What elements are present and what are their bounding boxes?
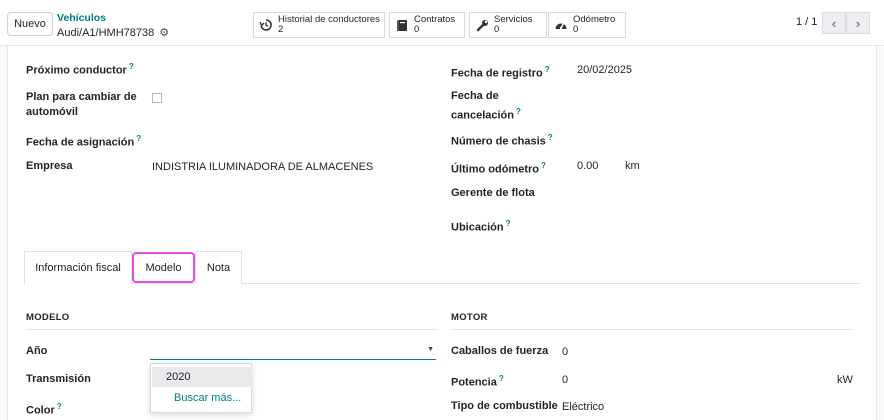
tab-note[interactable]: Nota — [195, 251, 242, 284]
color-label: Color? — [26, 402, 62, 417]
odometer-count: 0 — [573, 24, 579, 35]
contracts-button[interactable]: Contratos 0 — [389, 12, 465, 38]
wrench-icon — [470, 19, 494, 32]
services-label: Servicios — [494, 14, 533, 25]
reg-date-label: Fecha de registro? — [451, 65, 550, 80]
gauge-icon — [549, 19, 573, 32]
search-more-link[interactable]: Buscar más... — [152, 388, 252, 408]
driver-history-label: Historial de conductores — [278, 14, 380, 25]
fuel-type-label: Tipo de combustible — [451, 400, 558, 412]
next-driver-label: Próximo conductor? — [26, 62, 134, 77]
help-icon[interactable]: ? — [516, 107, 521, 116]
help-icon[interactable]: ? — [57, 402, 62, 411]
plan-change-checkbox[interactable] — [152, 93, 162, 103]
assign-date-label: Fecha de asignación? — [26, 134, 142, 149]
driver-history-count: 2 — [278, 24, 284, 35]
power-unit: kW — [837, 374, 853, 386]
location-label: Ubicación? — [451, 219, 511, 234]
help-icon[interactable]: ? — [548, 133, 553, 142]
services-count: 0 — [494, 24, 500, 35]
horsepower-field[interactable]: 0 — [562, 346, 568, 358]
year-label: Año — [26, 345, 48, 357]
form-sheet: Próximo conductor? Plan para cambiar de … — [7, 46, 877, 420]
horsepower-label: Caballos de fuerza — [451, 345, 549, 357]
power-label: Potencia? — [451, 374, 504, 389]
driver-history-button[interactable]: Historial de conductores 2 — [253, 12, 385, 38]
help-icon[interactable]: ? — [136, 134, 141, 143]
company-label: Empresa — [26, 160, 73, 172]
book-icon — [390, 19, 414, 32]
chevron-right-icon[interactable]: › — [846, 12, 870, 34]
odometer-button[interactable]: Odómetro 0 — [548, 12, 626, 38]
cancel-date-label: Fecha de cancelación? — [451, 90, 521, 122]
gear-icon[interactable]: ⚙ — [159, 26, 169, 39]
caret-down-icon[interactable]: ▼ — [427, 346, 434, 353]
breadcrumb-current: Audi/A1/HMH78738 ⚙ — [57, 26, 169, 40]
record-name: Audi/A1/HMH78738 — [57, 26, 155, 39]
chevron-left-icon[interactable]: ‹ — [822, 12, 846, 34]
reg-date-field[interactable]: 20/02/2025 — [577, 64, 632, 76]
tab-fiscal-info[interactable]: Información fiscal — [24, 251, 132, 284]
history-icon — [254, 18, 278, 32]
year-dropdown: 2020 Buscar más... — [150, 363, 252, 413]
tab-model[interactable]: Modelo — [132, 252, 195, 283]
company-field[interactable]: INDISTRIA ILUMINADORA DE ALMACENES — [152, 161, 373, 173]
control-panel: Nuevo Vehículos Audi/A1/HMH78738 ⚙ Histo… — [0, 0, 884, 46]
model-section-title: MODELO — [26, 312, 438, 330]
chassis-label: Número de chasis? — [451, 133, 553, 148]
breadcrumb-vehicles-link[interactable]: Vehículos — [57, 12, 106, 24]
help-icon[interactable]: ? — [545, 65, 550, 74]
odometer-label: Último odómetro? — [451, 161, 546, 176]
transmission-label: Transmisión — [26, 373, 91, 385]
odometer-unit: km — [625, 160, 640, 172]
notebook-tabs: Información fiscal Modelo Nota — [24, 251, 860, 284]
help-icon[interactable]: ? — [499, 374, 504, 383]
help-icon[interactable]: ? — [129, 62, 134, 71]
contracts-label: Contratos — [414, 14, 456, 25]
power-field[interactable]: 0 — [562, 374, 568, 386]
odometer-label: Odómetro — [573, 14, 616, 25]
fuel-type-field[interactable]: Eléctrico — [562, 401, 604, 413]
odometer-field[interactable]: 0.00 — [577, 160, 598, 172]
new-button[interactable]: Nuevo — [7, 12, 53, 36]
services-button[interactable]: Servicios 0 — [469, 12, 547, 38]
dropdown-option-2020[interactable]: 2020 — [152, 367, 252, 387]
motor-section-title: MOTOR — [451, 312, 853, 330]
plan-change-label: Plan para cambiar de automóvil — [26, 91, 137, 118]
fleet-manager-label: Gerente de flota — [451, 187, 535, 199]
help-icon[interactable]: ? — [541, 161, 546, 170]
pager-value[interactable]: 1 / 1 — [796, 16, 817, 28]
contracts-count: 0 — [414, 24, 420, 35]
help-icon[interactable]: ? — [506, 219, 511, 228]
year-input[interactable]: ▼ — [150, 342, 436, 360]
